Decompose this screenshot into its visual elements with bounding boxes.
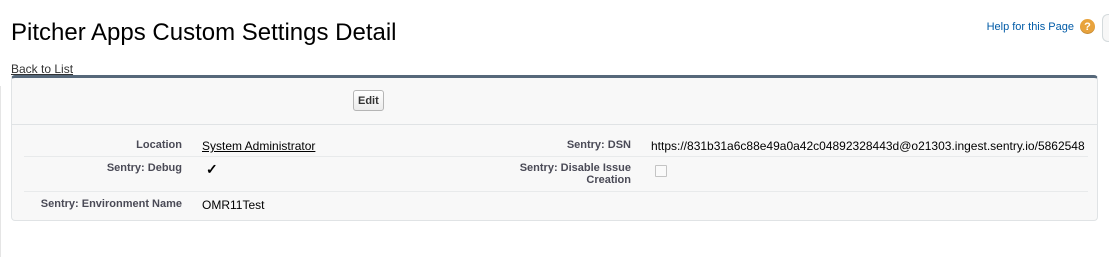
debug-checked-icon: ✓ bbox=[206, 161, 218, 177]
environment-name-label: Sentry: Environment Name bbox=[40, 198, 182, 210]
disable-issue-label-line2: Creation bbox=[586, 174, 631, 186]
disable-issue-unchecked-icon bbox=[655, 165, 667, 177]
button-row: Edit bbox=[12, 78, 1097, 125]
disable-issue-label-line1: Sentry: Disable Issue bbox=[519, 162, 631, 174]
page-title: Pitcher Apps Custom Settings Detail bbox=[11, 19, 397, 46]
debug-label: Sentry: Debug bbox=[106, 162, 182, 174]
side-tab-edge bbox=[1102, 14, 1109, 42]
left-divider bbox=[0, 86, 1, 257]
detail-row: Sentry: Environment Name OMR11Test bbox=[24, 191, 1088, 219]
dsn-label: Sentry: DSN bbox=[566, 139, 631, 151]
location-label: Location bbox=[136, 139, 182, 151]
detail-panel: Edit Location System Administrator Sentr… bbox=[11, 75, 1098, 221]
edit-button[interactable]: Edit bbox=[353, 90, 384, 111]
disable-issue-label: Sentry: Disable Issue Creation bbox=[454, 162, 631, 186]
back-to-list-link[interactable]: Back to List bbox=[11, 62, 73, 76]
detail-row: Sentry: Debug ✓ Sentry: Disable Issue Cr… bbox=[24, 156, 1088, 192]
location-value-link[interactable]: System Administrator bbox=[202, 139, 315, 153]
help-link-label[interactable]: Help for this Page bbox=[987, 21, 1074, 33]
dsn-value: https://831b31a6c88e49a0a42c04892328443d… bbox=[651, 139, 1085, 153]
detail-row: Location System Administrator Sentry: DS… bbox=[24, 130, 1088, 157]
help-icon[interactable]: ? bbox=[1080, 19, 1095, 34]
environment-name-value: OMR11Test bbox=[202, 198, 265, 212]
help-link[interactable]: Help for this Page ? bbox=[987, 19, 1095, 34]
